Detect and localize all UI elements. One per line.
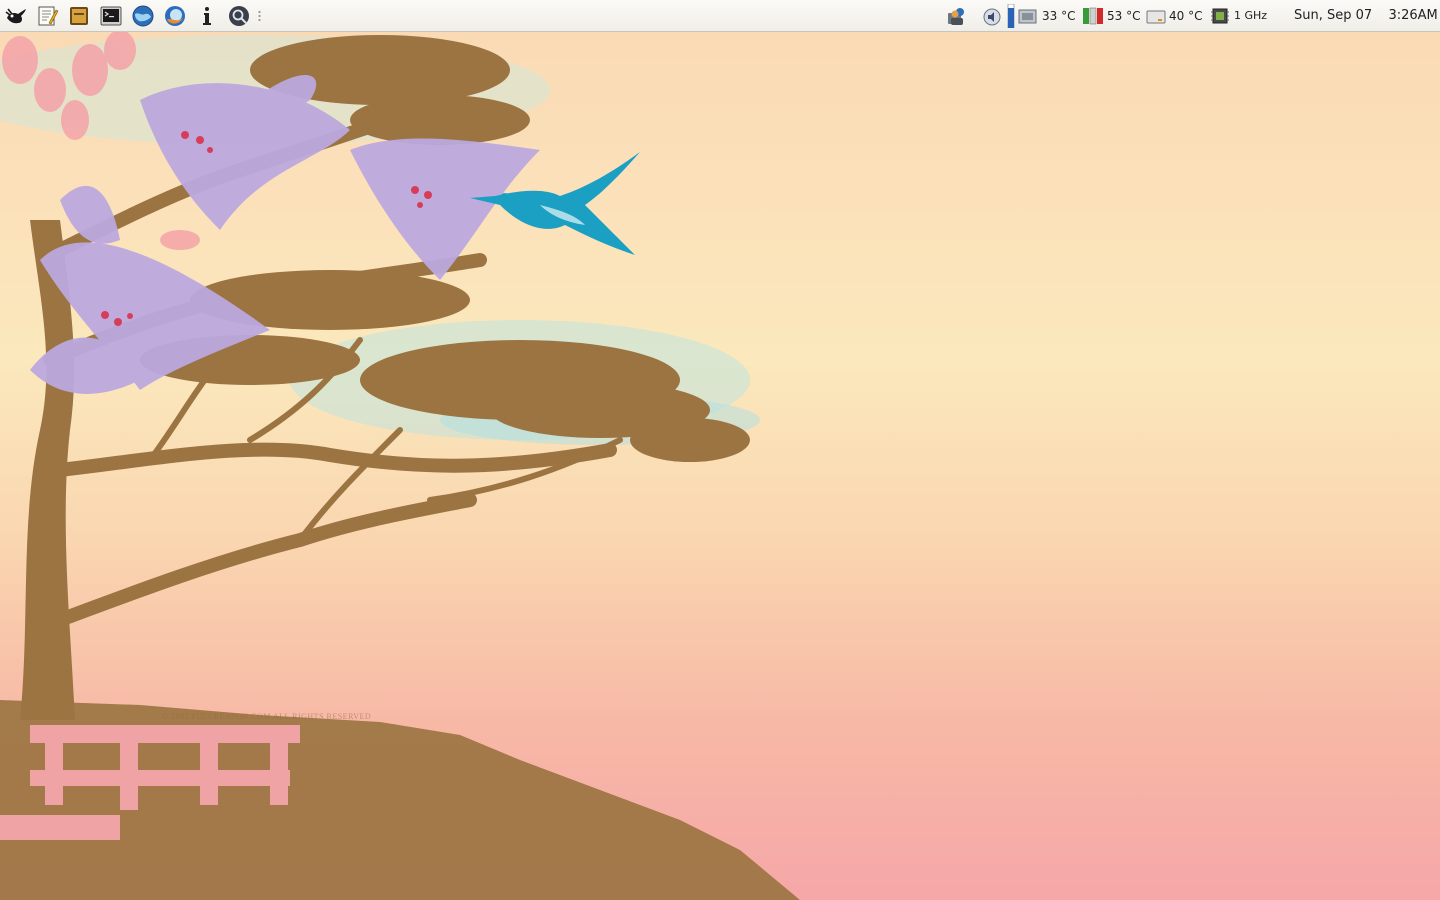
- clock-time: 3:26AM: [1388, 8, 1438, 23]
- wallpaper-watermark: © 2007 FULLREASON.COM ALL RIGHTS RESERVE…: [162, 712, 372, 721]
- cpu-temp-icon[interactable]: [1082, 4, 1104, 28]
- cpu-temp-value: 53 °C: [1107, 9, 1141, 23]
- wallpaper-illustration: [0, 30, 800, 900]
- xfce-mouse-menu-icon[interactable]: [4, 4, 28, 28]
- network-users-icon[interactable]: [946, 4, 968, 28]
- panel-handle[interactable]: [258, 10, 261, 22]
- cpufreq-icon[interactable]: [1209, 4, 1231, 28]
- motherboard-temp-value: 33 °C: [1042, 9, 1076, 23]
- motherboard-temp-icon[interactable]: [1017, 4, 1039, 28]
- disk-temp-value: 40 °C: [1169, 9, 1203, 23]
- clock[interactable]: Sun, Sep 07 3:26AM: [1294, 8, 1438, 24]
- text-editor-icon[interactable]: [35, 4, 59, 28]
- mail-client-icon[interactable]: [163, 4, 187, 28]
- top-panel: 33 °C 53 °C 40 °C 1 GHz Sun, Sep 07 3:26…: [0, 0, 1440, 32]
- cpufreq-value: 1 GHz: [1234, 9, 1268, 22]
- web-browser-icon[interactable]: [131, 4, 155, 28]
- speaker-icon[interactable]: [982, 4, 1004, 28]
- disk-temp-icon[interactable]: [1145, 4, 1167, 28]
- cpu-usage-bar[interactable]: [1006, 4, 1016, 28]
- clock-date: Sun, Sep 07: [1294, 8, 1373, 23]
- desktop: © 2007 FULLREASON.COM ALL RIGHTS RESERVE…: [0, 0, 1440, 900]
- terminal-icon[interactable]: [99, 4, 123, 28]
- file-manager-icon[interactable]: [67, 4, 91, 28]
- info-icon[interactable]: [195, 4, 219, 28]
- search-tool-icon[interactable]: [227, 4, 251, 28]
